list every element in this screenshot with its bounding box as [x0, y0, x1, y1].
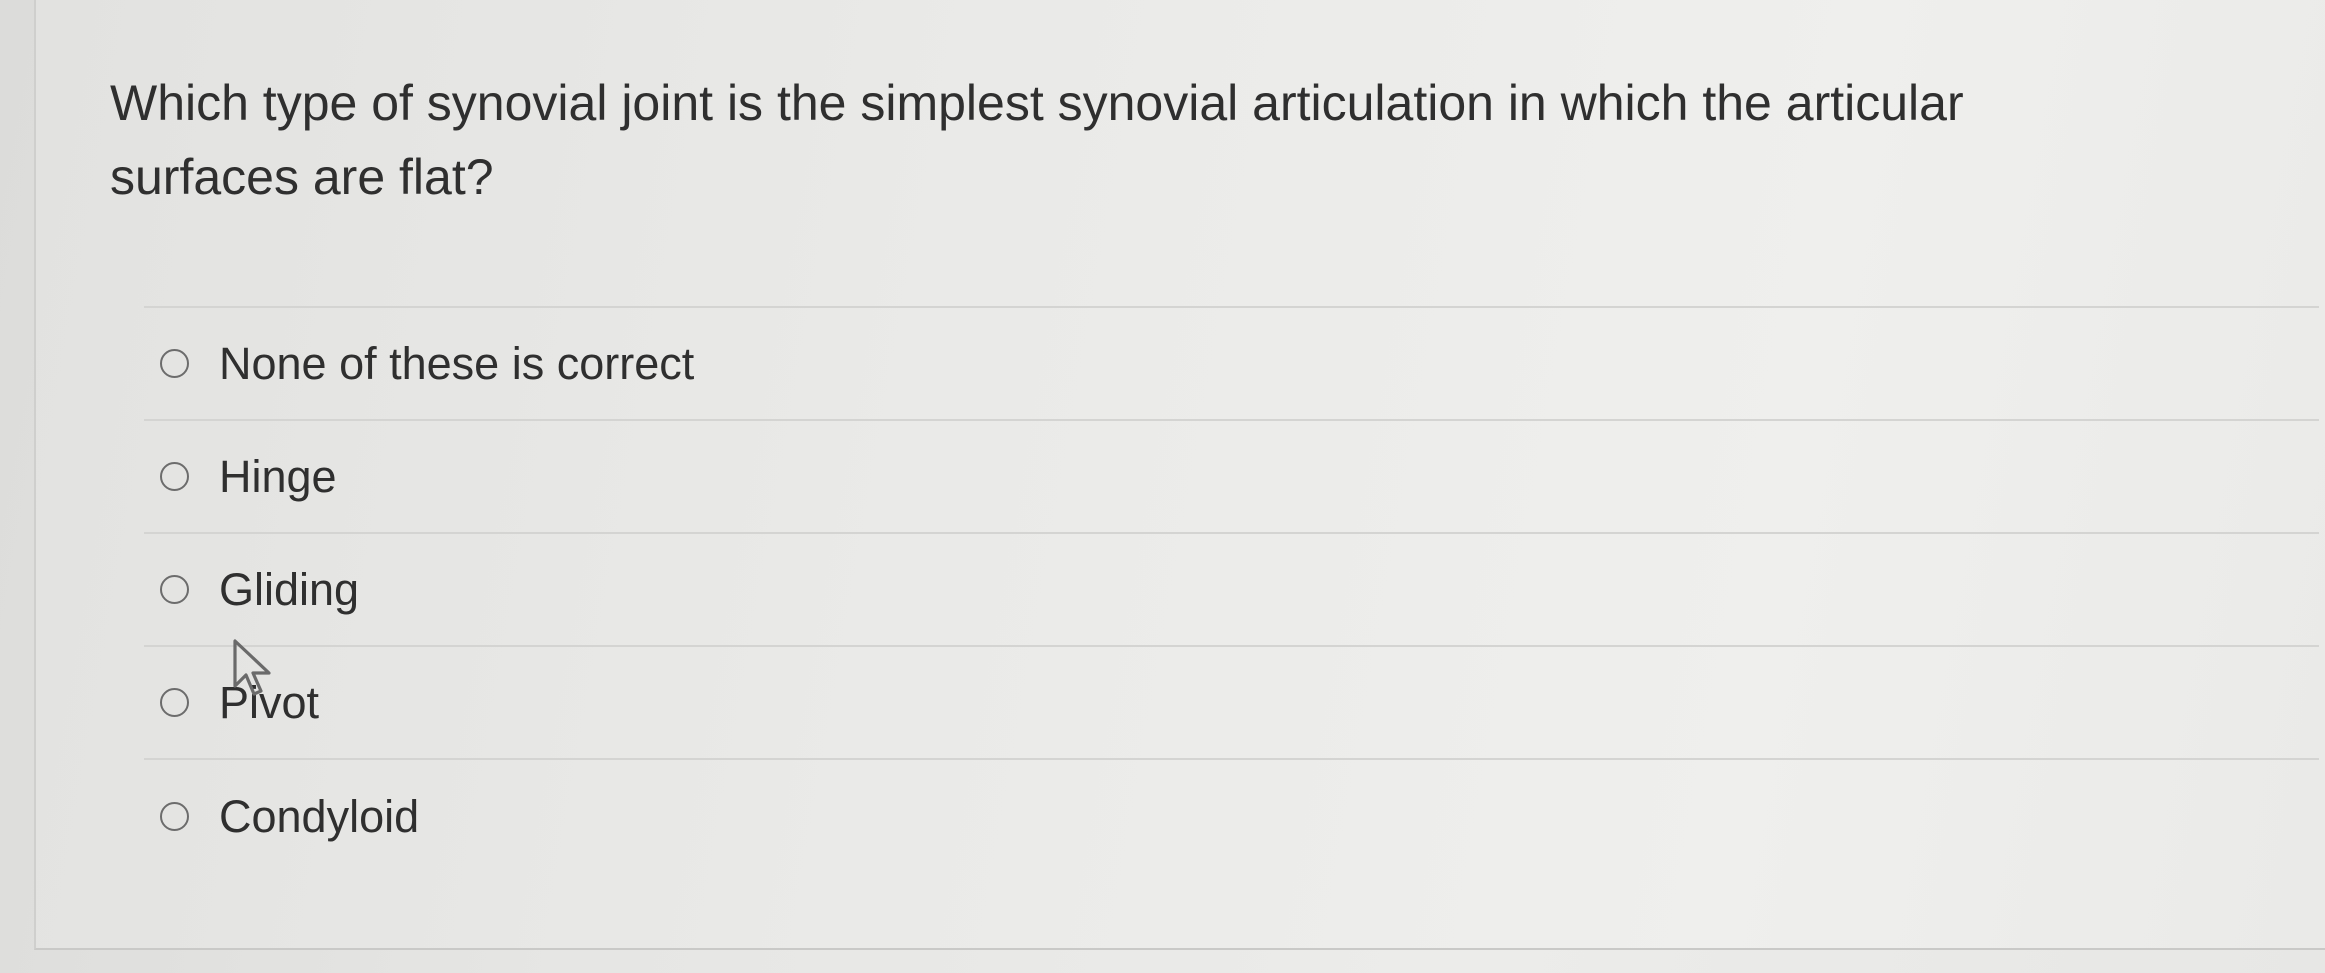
- option-label: Condyloid: [219, 791, 420, 842]
- option-label: Hinge: [219, 451, 337, 502]
- question-card: Which type of synovial joint is the simp…: [34, 0, 2325, 950]
- option-label: Gliding: [219, 564, 360, 615]
- mouse-pointer-icon: [233, 639, 271, 696]
- option-none-of-these[interactable]: None of these is correct: [144, 308, 2319, 421]
- radio-unchecked-icon[interactable]: [160, 802, 189, 831]
- option-gliding[interactable]: Gliding: [144, 534, 2319, 647]
- option-hinge[interactable]: Hinge: [144, 421, 2319, 534]
- screen: Which type of synovial joint is the simp…: [0, 0, 2325, 973]
- option-label: None of these is correct: [219, 338, 695, 389]
- radio-unchecked-icon[interactable]: [160, 688, 189, 717]
- radio-unchecked-icon[interactable]: [160, 575, 189, 604]
- question-text: Which type of synovial joint is the simp…: [110, 75, 1964, 205]
- option-pivot[interactable]: Pivot: [144, 647, 2319, 760]
- radio-unchecked-icon[interactable]: [160, 462, 189, 491]
- answer-options: None of these is correct Hinge Gliding P…: [144, 306, 2319, 873]
- radio-unchecked-icon[interactable]: [160, 349, 189, 378]
- option-condyloid[interactable]: Condyloid: [144, 760, 2319, 873]
